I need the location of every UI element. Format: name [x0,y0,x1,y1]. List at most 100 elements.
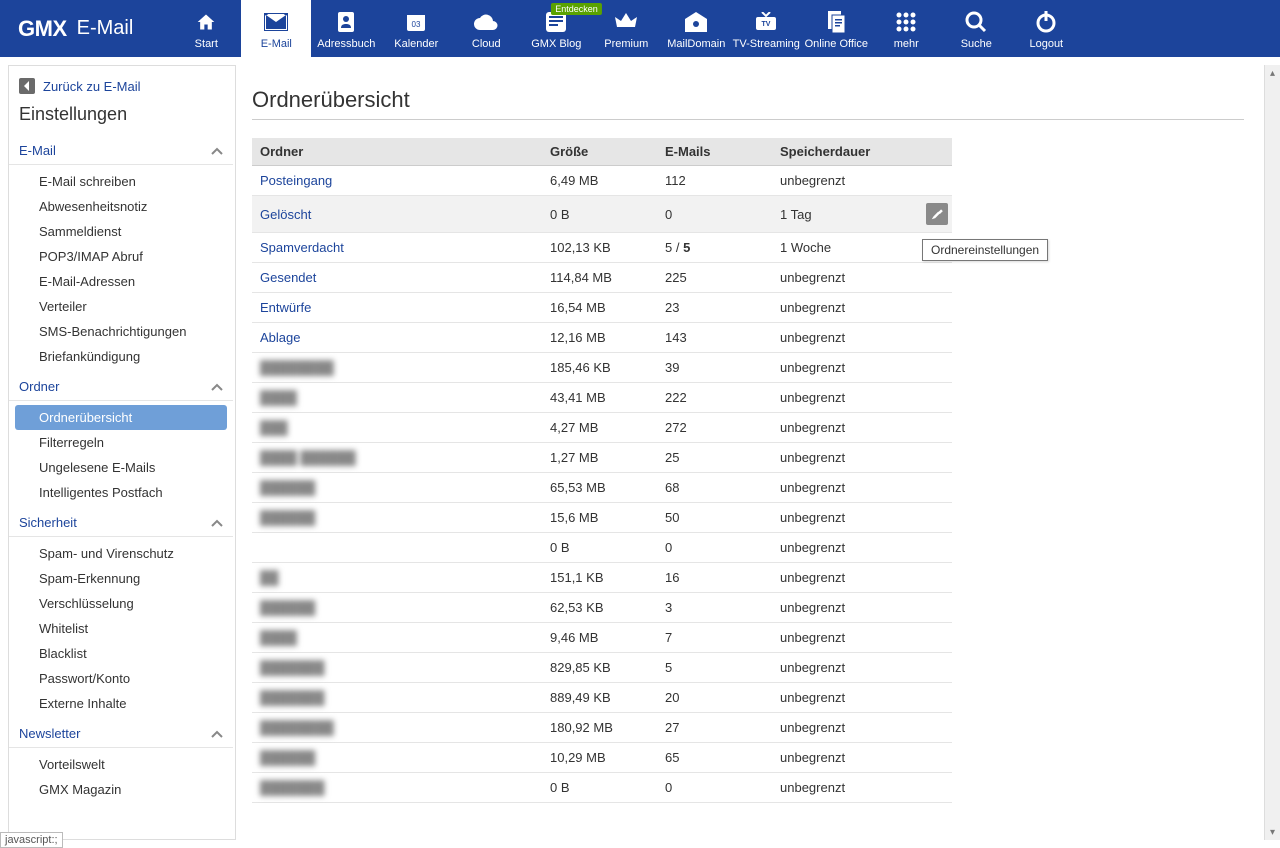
folder-name: ██ [260,570,278,585]
folder-link[interactable]: Ablage [260,330,300,345]
sidebar-item[interactable]: Briefankündigung [9,344,233,369]
sidebar-item[interactable]: SMS-Benachrichtigungen [9,319,233,344]
sidebar-item[interactable]: Vorteilswelt [9,752,233,777]
table-row[interactable]: ██████65,53 MB68unbegrenzt [252,473,952,503]
nav-maildomain[interactable]: MailDomain [661,0,731,57]
cell-mails: 225 [657,263,772,293]
cell-size: 151,1 KB [542,563,657,593]
nav-logout[interactable]: Logout [1011,0,1081,57]
cell-retention: unbegrenzt [772,503,918,533]
sidebar-item[interactable]: E-Mail schreiben [9,169,233,194]
nav-label: Premium [604,38,648,50]
nav-adressbuch[interactable]: Adressbuch [311,0,381,57]
sidebar-item[interactable]: Intelligentes Postfach [9,480,233,505]
table-row[interactable]: Entwürfe16,54 MB23unbegrenzt [252,293,952,323]
sidebar-title: Einstellungen [9,102,233,137]
folder-link[interactable]: Gelöscht [260,207,311,222]
content-scrollbar[interactable]: ▴ ▾ [1264,65,1280,840]
folder-name: ██████ [260,480,315,495]
sidebar-item[interactable]: E-Mail-Adressen [9,269,233,294]
table-row[interactable]: ██151,1 KB16unbegrenzt [252,563,952,593]
table-row[interactable]: ████ ██████1,27 MB25unbegrenzt [252,443,952,473]
cell-mails: 16 [657,563,772,593]
sidebar-item[interactable]: Filterregeln [9,430,233,455]
table-row[interactable]: ████████185,46 KB39unbegrenzt [252,353,952,383]
table-row[interactable]: Gesendet114,84 MB225unbegrenzt [252,263,952,293]
chevron-left-icon [19,78,35,94]
cell-size: 185,46 KB [542,353,657,383]
folder-name: ███ [260,420,288,435]
table-row[interactable]: ██████10,29 MB65unbegrenzt [252,743,952,773]
table-row[interactable]: Spamverdacht102,13 KB5 / 51 Woche [252,233,952,263]
cell-size: 62,53 KB [542,593,657,623]
chevron-up-icon [211,143,223,158]
sidebar-item[interactable]: POP3/IMAP Abruf [9,244,233,269]
sidebar-item[interactable]: Passwort/Konto [9,666,233,691]
nav-cloud[interactable]: Cloud [451,0,521,57]
folder-name: ██████ [260,600,315,615]
table-row[interactable]: ███████0 B0unbegrenzt [252,773,952,803]
cell-retention: unbegrenzt [772,773,918,803]
folder-link[interactable]: Spamverdacht [260,240,344,255]
cell-mails: 143 [657,323,772,353]
table-row[interactable]: ███████829,85 KB5unbegrenzt [252,653,952,683]
back-to-email-link[interactable]: Zurück zu E-Mail [9,78,233,102]
nav-email[interactable]: E-Mail [241,0,311,57]
sidebar-item[interactable]: Externe Inhalte [9,691,233,716]
cell-retention: unbegrenzt [772,323,918,353]
sidebar-item[interactable]: Spam- und Virenschutz [9,541,233,566]
group-header-e-mail[interactable]: E-Mail [9,137,233,165]
table-row[interactable]: ████9,46 MB7unbegrenzt [252,623,952,653]
table-row[interactable]: ████████180,92 MB27unbegrenzt [252,713,952,743]
cell-size: 829,85 KB [542,653,657,683]
table-row[interactable]: ███████889,49 KB20unbegrenzt [252,683,952,713]
table-row[interactable]: ███4,27 MB272unbegrenzt [252,413,952,443]
col-header-retention: Speicherdauer [772,138,918,166]
brand-product: E-Mail [77,17,134,40]
nav-office[interactable]: Online Office [801,0,871,57]
sidebar-item[interactable]: Whitelist [9,616,233,641]
nav-start[interactable]: Start [171,0,241,57]
sidebar-item[interactable]: Abwesenheitsnotiz [9,194,233,219]
table-row[interactable]: Ablage12,16 MB143unbegrenzt [252,323,952,353]
cell-size: 43,41 MB [542,383,657,413]
sidebar-item[interactable]: Ungelesene E-Mails [9,455,233,480]
sidebar-item[interactable]: Verteiler [9,294,233,319]
nav-kalender[interactable]: 03Kalender [381,0,451,57]
search-icon [965,10,987,34]
table-row[interactable]: ██████15,6 MB50unbegrenzt [252,503,952,533]
folder-link[interactable]: Gesendet [260,270,316,285]
table-row[interactable]: ██████62,53 KB3unbegrenzt [252,593,952,623]
sidebar-item[interactable]: Spam-Erkennung [9,566,233,591]
cell-mails: 112 [657,166,772,196]
group-header-newsletter[interactable]: Newsletter [9,720,233,748]
sidebar-item[interactable]: Sammeldienst [9,219,233,244]
table-row[interactable]: Gelöscht0 B01 Tag [252,196,952,233]
nav-label: Suche [961,38,992,50]
table-row[interactable]: 0 B0unbegrenzt [252,533,952,563]
nav-label: MailDomain [667,38,725,50]
sidebar-item[interactable]: Blacklist [9,641,233,666]
cell-retention: unbegrenzt [772,743,918,773]
table-row[interactable]: ████43,41 MB222unbegrenzt [252,383,952,413]
sidebar-item[interactable]: Ordnerübersicht [15,405,227,430]
group-header-sicherheit[interactable]: Sicherheit [9,509,233,537]
nav-premium[interactable]: Premium [591,0,661,57]
cell-size: 0 B [542,533,657,563]
nav-suche[interactable]: Suche [941,0,1011,57]
svg-text:TV: TV [762,21,771,28]
group-header-ordner[interactable]: Ordner [9,373,233,401]
cell-size: 15,6 MB [542,503,657,533]
sidebar-item[interactable]: GMX Magazin [9,777,233,802]
folder-link[interactable]: Entwürfe [260,300,311,315]
cell-retention: unbegrenzt [772,353,918,383]
table-row[interactable]: Posteingang6,49 MB112unbegrenzt [252,166,952,196]
folder-name: ████ [260,630,297,645]
cell-size: 0 B [542,196,657,233]
sidebar-item[interactable]: Verschlüsselung [9,591,233,616]
nav-mehr[interactable]: mehr [871,0,941,57]
folder-settings-button[interactable] [926,203,948,225]
nav-tv[interactable]: TVTV-Streaming [731,0,801,57]
nav-blog[interactable]: EntdeckenGMX Blog [521,0,591,57]
folder-link[interactable]: Posteingang [260,173,332,188]
